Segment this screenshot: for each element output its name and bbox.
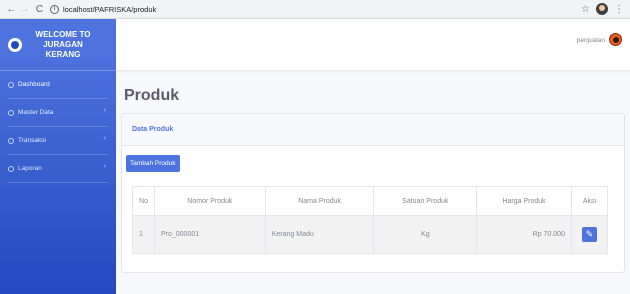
sidebar-item-master-data[interactable]: Master Data › <box>0 99 116 126</box>
brand-line-2: JURAGAN <box>43 39 83 49</box>
cell-nomor-produk: Pro_000001 <box>153 215 266 254</box>
table-header-row: No Nomor Produk Nama Produk Satuan Produ… <box>132 186 609 216</box>
url-text[interactable]: localhost/PAFRISKA/produk <box>63 5 156 14</box>
brand-logo-icon <box>8 37 22 52</box>
product-card: Data Produk Tambah Produk No Nomor Produ… <box>121 113 625 273</box>
topbar: penjualan <box>116 19 630 70</box>
sidebar-item-label: Laporan <box>18 165 42 172</box>
star-icon[interactable]: ☆ <box>581 4 590 15</box>
cell-aksi: ✎ <box>570 215 609 254</box>
sidebar-item-label: Transaksi <box>18 137 46 144</box>
sidebar-item-label: Master Data <box>18 109 54 116</box>
reload-icon[interactable]: C <box>33 4 46 15</box>
dashboard-icon <box>8 81 14 88</box>
chevron-right-icon: › <box>103 135 106 142</box>
card-title: Data Produk <box>132 126 174 133</box>
browser-toolbar: ← → C i localhost/PAFRISKA/produk ☆ ⋮ <box>0 0 630 19</box>
avatar[interactable] <box>609 33 622 46</box>
card-header: Data Produk <box>122 114 624 146</box>
sidebar-brand[interactable]: WELCOME TO JURAGAN KERANG <box>0 19 116 71</box>
profile-icon[interactable] <box>596 3 608 15</box>
sidebar-item-dashboard[interactable]: Dashboard <box>0 71 116 98</box>
sidebar-item-laporan[interactable]: Laporan › <box>0 155 116 182</box>
sidebar: WELCOME TO JURAGAN KERANG Dashboard Mast… <box>0 19 116 294</box>
brand-line-3: KERANG <box>45 49 81 59</box>
chevron-right-icon: › <box>103 163 106 170</box>
folder-icon <box>8 109 14 116</box>
user-name[interactable]: penjualan <box>577 37 605 44</box>
sidebar-divider <box>8 182 108 183</box>
cell-harga-produk: Rp 70.000 <box>476 215 572 254</box>
cell-nama-produk: Kerang Madu <box>264 215 375 254</box>
add-product-button[interactable]: Tambah Produk <box>126 155 180 172</box>
cell-no: 1 <box>132 215 155 254</box>
brand-line-1: WELCOME TO <box>35 29 91 39</box>
chevron-right-icon: › <box>103 107 106 114</box>
table-row: 1 Pro_000001 Kerang Madu Kg Rp 70.000 ✎ <box>132 215 609 254</box>
page-title: Produk <box>124 87 180 104</box>
column-header-satuan-produk[interactable]: Satuan Produk <box>373 186 478 216</box>
column-header-nomor-produk[interactable]: Nomor Produk <box>153 186 266 216</box>
info-icon[interactable]: i <box>50 4 59 14</box>
column-header-no[interactable]: No <box>132 186 155 216</box>
column-header-aksi[interactable]: Aksi <box>570 186 609 216</box>
brand-title: WELCOME TO JURAGAN KERANG <box>30 30 96 60</box>
arrow-left-icon[interactable]: ← <box>5 4 18 15</box>
product-table: No Nomor Produk Nama Produk Satuan Produ… <box>132 186 609 254</box>
more-vert-icon[interactable]: ⋮ <box>614 4 624 15</box>
address-bar[interactable]: i localhost/PAFRISKA/produk <box>50 2 156 16</box>
transaction-icon <box>8 137 14 144</box>
cell-satuan-produk: Kg <box>373 215 478 254</box>
column-header-nama-produk[interactable]: Nama Produk <box>264 186 375 216</box>
column-header-harga-produk[interactable]: Harga Produk <box>476 186 572 216</box>
sidebar-item-label: Dashboard <box>18 81 50 88</box>
edit-icon[interactable]: ✎ <box>581 227 597 242</box>
report-icon <box>8 165 14 172</box>
sidebar-item-transaksi[interactable]: Transaksi › <box>0 127 116 154</box>
arrow-right-icon[interactable]: → <box>18 4 31 15</box>
browser-actions: ☆ ⋮ <box>581 3 624 15</box>
